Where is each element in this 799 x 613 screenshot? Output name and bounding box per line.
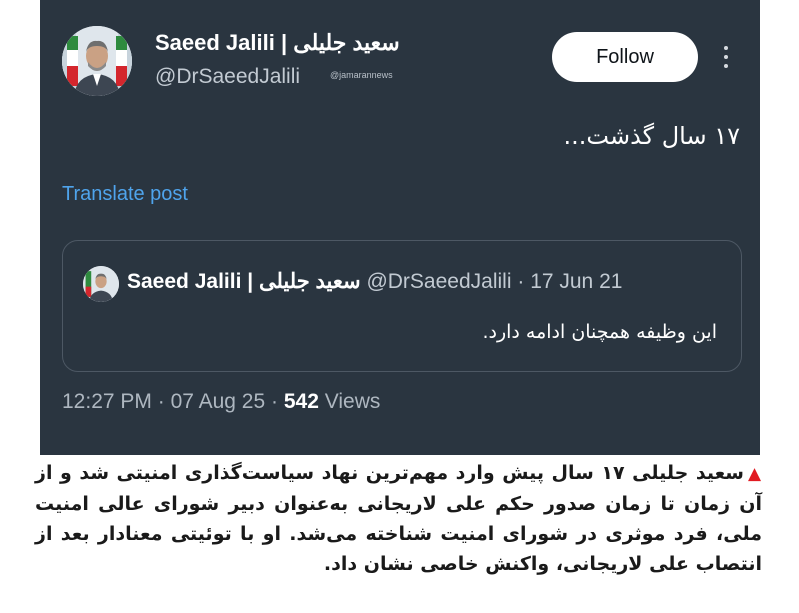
footer-separator: · — [271, 390, 279, 413]
avatar-photo — [62, 26, 132, 96]
translate-post-link[interactable]: Translate post — [62, 183, 188, 206]
quoted-avatar-photo — [83, 266, 119, 302]
more-options-icon[interactable] — [716, 40, 736, 74]
tweet-footer: 12:27 PM · 07 Aug 25 · 542 Views — [62, 390, 380, 414]
more-dot — [724, 64, 728, 68]
quoted-tweet[interactable]: Saeed Jalili | سعید جلیلی @DrSaeedJalili… — [62, 240, 742, 372]
views-label: Views — [324, 390, 381, 413]
quoted-avatar — [83, 266, 119, 302]
more-dot — [724, 55, 728, 59]
quoted-date: 17 Jun 21 — [530, 270, 623, 293]
tweet-card: Saeed Jalili | سعید جلیلی @DrSaeedJalili… — [40, 0, 760, 455]
views-count: 542 — [283, 390, 319, 413]
tweet-text: ۱۷ سال گذشت... — [563, 122, 740, 150]
quoted-author-name: Saeed Jalili | سعید جلیلی — [127, 270, 361, 293]
source-watermark: @jamarannews — [330, 70, 393, 80]
follow-button[interactable]: Follow — [552, 32, 698, 82]
quoted-separator: · — [517, 270, 525, 293]
avatar[interactable] — [62, 26, 132, 96]
quoted-header: Saeed Jalili | سعید جلیلی @DrSaeedJalili… — [127, 269, 622, 294]
quoted-handle: @DrSaeedJalili — [366, 270, 512, 293]
more-dot — [724, 46, 728, 50]
tweet-time[interactable]: 12:27 PM — [62, 390, 152, 413]
caption-marker-icon: ▲ — [747, 464, 762, 484]
author-name[interactable]: Saeed Jalili | سعید جلیلی — [155, 30, 400, 56]
author-handle[interactable]: @DrSaeedJalili — [155, 65, 300, 89]
tweet-date[interactable]: 07 Aug 25 — [171, 390, 266, 413]
caption-text: سعید جلیلی ۱۷ سال پیش وارد مهم‌ترین نهاد… — [35, 462, 762, 575]
news-caption: ▲سعید جلیلی ۱۷ سال پیش وارد مهم‌ترین نها… — [35, 458, 762, 579]
footer-separator: · — [157, 390, 165, 413]
quoted-text: این وظیفه همچنان ادامه دارد. — [482, 321, 717, 343]
